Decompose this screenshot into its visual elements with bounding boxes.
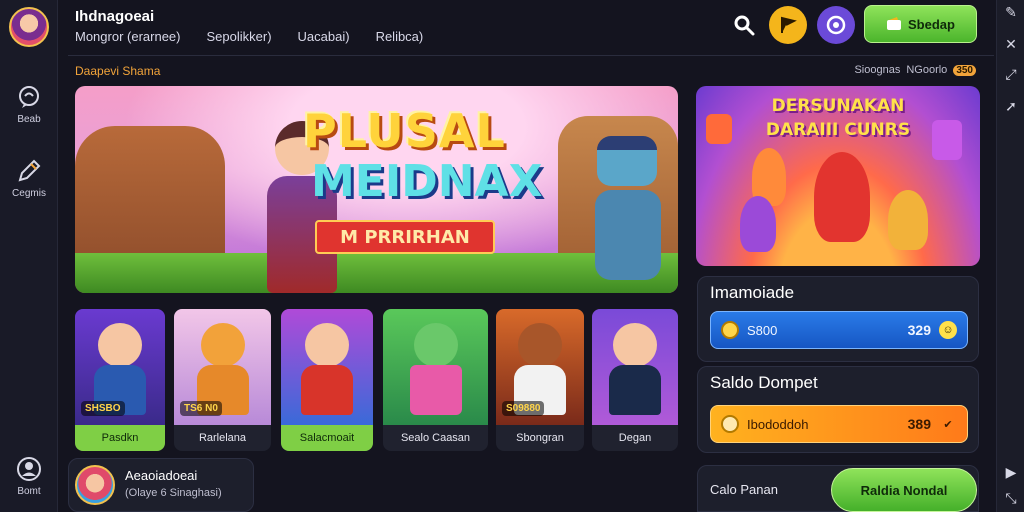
header-divider (68, 55, 994, 56)
deposit-button[interactable]: Sbedap (864, 5, 977, 43)
brush-icon[interactable]: ➚ (1003, 98, 1019, 114)
game-card[interactable]: TS6 N0 Rarlelana (174, 309, 271, 451)
fullscreen-icon[interactable]: ⤡ (1003, 490, 1019, 506)
user-avatar (75, 465, 115, 505)
wallet-panel: Saldo Dompet Ibododdoh 389 ✔ (697, 366, 979, 453)
wallet-amount: 389 (907, 416, 931, 432)
sidebar-item-label: Cegmis (12, 188, 46, 199)
section-title: Daapevi Shama (75, 64, 161, 78)
rewards-button[interactable] (769, 6, 807, 44)
search-icon (734, 15, 755, 36)
search-button[interactable] (726, 6, 762, 44)
wallet-label: Ibododdoh (747, 416, 809, 432)
promo-gem (932, 120, 962, 160)
panel-title: Saldo Dompet (710, 373, 818, 392)
nav-item[interactable]: Sepolikker) (207, 29, 272, 44)
game-art (383, 309, 488, 425)
user-icon (17, 457, 41, 481)
balance-label: S800 (747, 322, 778, 338)
check-icon: ✔ (943, 418, 953, 431)
flag-icon (781, 16, 797, 33)
panel-title: Imamoiade (710, 283, 795, 302)
balance-bar[interactable]: S800 329 ☺ (710, 311, 968, 349)
game-tag: S09880 (502, 401, 545, 416)
game-card[interactable]: S09880 Sbongran (496, 309, 584, 451)
headset-icon (826, 15, 846, 35)
sidebar-item-beab[interactable]: Beab (0, 84, 58, 125)
deposit-label: Sbedap (908, 16, 955, 32)
promo-banner[interactable]: DERSUNAKAN DARAIII CUNRS (696, 86, 980, 266)
promo-gem (706, 114, 732, 144)
game-name: Sealo Caasan (400, 432, 471, 444)
banner-ribbon: M PRRIRHAN (315, 220, 495, 254)
game-art (281, 309, 373, 425)
app-title: Ihdnagoeai (75, 8, 155, 25)
banner-title: PLUSAL (303, 104, 506, 158)
game-card[interactable]: Salacmoait (281, 309, 373, 451)
top-nav: Mongror (erarnee) Sepolikker) Uacabai) R… (75, 29, 423, 44)
game-name: Sbongran (516, 432, 564, 444)
game-name: Pasdkn (75, 425, 165, 451)
primary-action-button[interactable]: Raldia Nondal (831, 468, 977, 512)
game-name: Degan (618, 432, 652, 444)
sidebar-item-label: Bomt (17, 486, 41, 497)
banner-subtitle: MEIDNAX (311, 156, 543, 207)
close-icon[interactable]: ✕ (1003, 36, 1019, 52)
user-card[interactable]: Aeaoiadoeai (Olaye 6 Sinaghasi) (68, 458, 254, 512)
game-name: Rarlelana (198, 432, 247, 444)
smile-icon: ☺ (939, 321, 957, 339)
sidebar-item-bomt[interactable]: Bomt (0, 456, 58, 497)
meta-badge: 350 (953, 64, 976, 76)
pointer-icon[interactable]: ▶ (1003, 464, 1019, 480)
right-toolbar: ✎ ✕ ⤢ ➚ ▶ ⤡ (996, 0, 1024, 512)
sidebar-item-label: Beab (17, 114, 41, 125)
game-card[interactable]: Degan (592, 309, 678, 451)
nav-item[interactable]: Relibca) (376, 29, 424, 44)
wallet-bar[interactable]: Ibododdoh 389 ✔ (710, 405, 968, 443)
balance-panel: Imamoiade S800 329 ☺ (697, 276, 979, 362)
user-subtitle: (Olaye 6 Sinaghasi) (125, 487, 222, 499)
game-card[interactable]: Sealo Caasan (383, 309, 488, 451)
profile-avatar[interactable] (9, 7, 49, 47)
game-name: Salacmoait (281, 425, 373, 451)
game-tag: TS6 N0 (180, 401, 222, 416)
left-sidebar: Beab Cegmis Bomt (0, 0, 58, 512)
promo-line: DERSUNAKAN (771, 96, 905, 116)
promo-character (814, 152, 870, 242)
bottom-action-bar: Calo Panan Raldia Nondal (697, 465, 979, 512)
pen-icon[interactable]: ✎ (1003, 4, 1019, 20)
game-card[interactable]: SHSBO Pasdkn (75, 309, 165, 451)
promo-character (740, 196, 776, 252)
nav-item[interactable]: Uacabai) (298, 29, 350, 44)
hero-banner[interactable]: PLUSAL MEIDNAX M PRRIRHAN (75, 86, 678, 293)
nav-item[interactable]: Mongror (erarnee) (75, 29, 181, 44)
game-tag: SHSBO (81, 401, 125, 416)
section-meta: Sioognas NGoorlo 350 (854, 64, 976, 76)
game-art (592, 309, 678, 425)
meta-text[interactable]: NGoorlo (906, 64, 947, 76)
edit-icon (18, 159, 41, 182)
sidebar-item-cegmis[interactable]: Cegmis (0, 158, 58, 199)
balance-amount: 329 (907, 322, 931, 338)
expand-icon[interactable]: ⤢ (1003, 66, 1019, 82)
user-name: Aeaoiadoeai (125, 468, 198, 483)
coin-icon (721, 321, 739, 339)
wallet-icon (887, 17, 902, 30)
coin-icon (721, 415, 739, 433)
banner-character-robot (585, 126, 675, 286)
chat-bubble-icon (19, 86, 39, 108)
promo-character (888, 190, 928, 250)
action-label: Calo Panan (710, 482, 778, 497)
support-button[interactable] (817, 6, 855, 44)
meta-text: Sioognas (854, 64, 901, 76)
